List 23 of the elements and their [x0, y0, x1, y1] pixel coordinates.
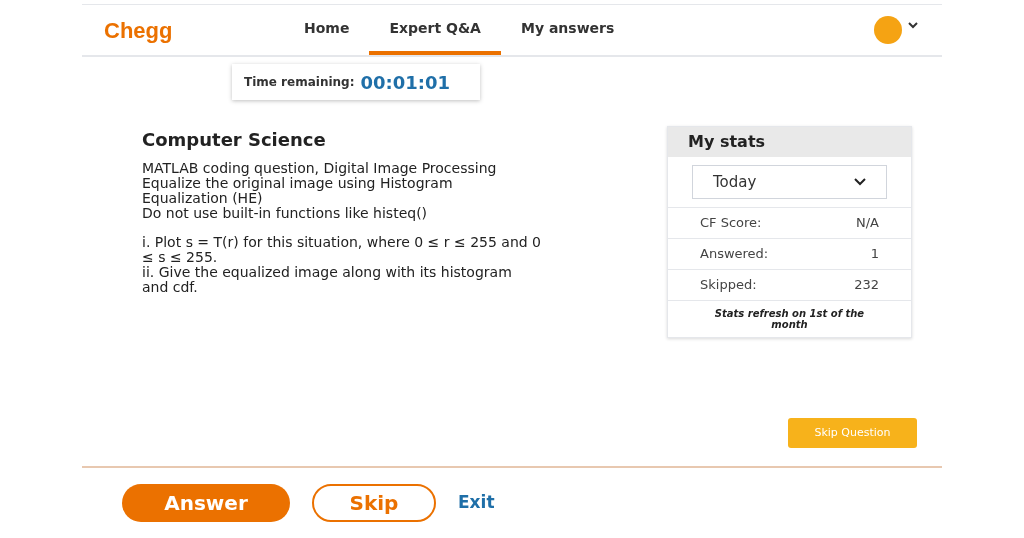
timer-label: Time remaining: [244, 74, 355, 91]
timer-value: 00:01:01 [360, 70, 451, 95]
subject-title: Computer Science [142, 128, 327, 152]
answer-button[interactable]: Answer [122, 484, 290, 522]
stats-note: Stats refresh on 1st of the month [713, 308, 866, 330]
exit-link[interactable]: Exit [458, 490, 495, 516]
nav-tab[interactable]: My answers [500, 5, 635, 55]
stats-title: My stats [668, 127, 911, 157]
stat-value: 1 [870, 245, 879, 264]
stat-value: N/A [856, 214, 879, 233]
chevron-down-icon[interactable] [908, 21, 918, 29]
nav-tab[interactable]: Expert Q&A [369, 5, 501, 55]
stat-label: Skipped: [700, 276, 757, 295]
question-text: i. Plot s = T(r) for this situation, where 0 ≤ r ≤ 255 and 0 ≤ s ≤ 255. ii. Give the equalized image along with its histogram and cdf. [142, 235, 542, 295]
period-dropdown[interactable]: Today [692, 165, 887, 199]
logo[interactable]: Chegg [104, 13, 284, 47]
stat-value: 232 [854, 276, 879, 295]
stat-label: Answered: [700, 245, 769, 264]
chevron-down-icon [854, 178, 866, 186]
skip-button[interactable]: Skip [312, 484, 436, 522]
nav-tab[interactable]: Home [284, 5, 370, 55]
stat-label: CF Score: [700, 214, 762, 233]
question-text: MATLAB coding question, Digital Image Processing Equalize the original image using Histogram Equalization (HE) Do not use built-in functions like histeq() [142, 161, 498, 221]
